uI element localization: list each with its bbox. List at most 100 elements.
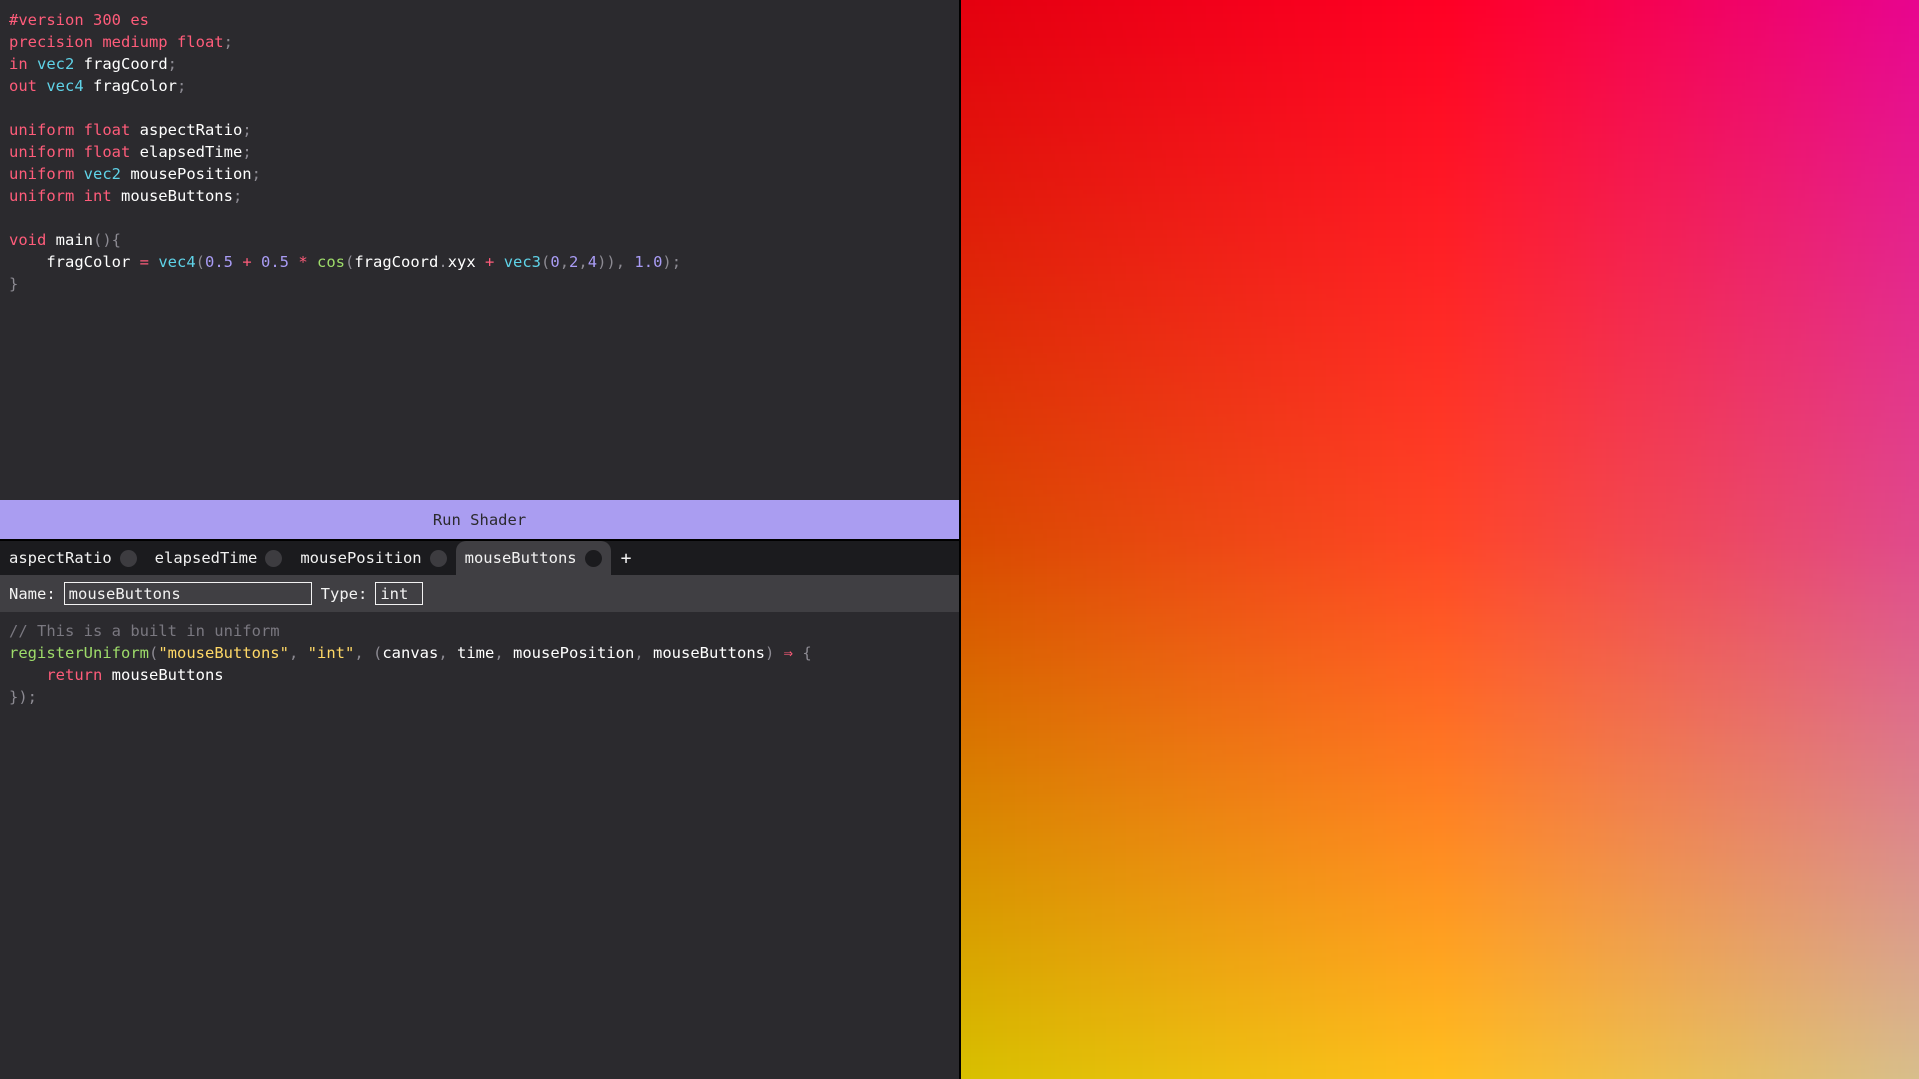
tab-mouse-buttons[interactable]: mouseButtons	[455, 541, 611, 575]
tab-mouse-position[interactable]: mousePosition	[291, 541, 455, 575]
code-token: (	[195, 253, 205, 271]
code-token: 0.5	[205, 253, 243, 271]
tab-label: elapsedTime	[154, 549, 258, 567]
code-token: {	[802, 644, 812, 662]
type-label: Type:	[320, 584, 368, 603]
code-token: (){	[93, 231, 121, 249]
code-token: float	[83, 121, 140, 139]
code-line: fragColor = vec4(0.5 + 0.5 * cos(fragCoo…	[9, 251, 959, 273]
code-token: float	[83, 143, 140, 161]
code-token: (	[148, 644, 159, 662]
uniform-name-input[interactable]	[63, 582, 312, 605]
code-token: });	[9, 688, 37, 706]
code-line: uniform vec2 mousePosition;	[9, 163, 959, 185]
uniform-code-editor[interactable]: // This is a built in uniform registerUni…	[9, 620, 959, 708]
code-token: (	[541, 253, 551, 271]
code-token: // This is a built in uniform	[9, 622, 280, 640]
close-tab-icon[interactable]	[584, 549, 602, 567]
code-token: ⇒	[783, 644, 803, 662]
code-line: out vec4 fragColor;	[9, 75, 959, 97]
code-token: mouseButtons	[653, 644, 765, 662]
code-line: void main(){	[9, 229, 959, 251]
code-token: );	[662, 253, 682, 271]
tab-label: mousePosition	[300, 549, 422, 567]
tab-label: aspectRatio	[9, 549, 112, 567]
code-line: }	[9, 273, 959, 295]
code-token: "mouseButtons"	[158, 644, 289, 662]
code-token: elapsedTime	[139, 143, 243, 161]
code-token: fragColor	[9, 253, 140, 271]
code-token: ,	[438, 644, 457, 662]
code-token: 1.0	[634, 253, 663, 271]
code-token: *	[298, 253, 317, 271]
close-tab-icon[interactable]	[429, 549, 447, 567]
tab-aspect-ratio[interactable]: aspectRatio	[0, 541, 146, 575]
code-token: 4	[587, 253, 598, 271]
shader-code-editor[interactable]: #version 300 es precision mediump float; i…	[9, 9, 959, 489]
code-token: +	[485, 253, 504, 271]
uniform-type-input[interactable]	[375, 582, 424, 605]
code-line: // This is a built in uniform	[9, 620, 959, 642]
code-token: mousePosition	[513, 644, 635, 662]
tab-label: mouseButtons	[464, 549, 577, 567]
code-token: )	[764, 644, 784, 662]
code-token: +	[242, 253, 261, 271]
code-token: 0.5	[261, 253, 299, 271]
code-line: });	[9, 686, 959, 708]
code-token: mousePosition	[130, 165, 252, 183]
shader-preview[interactable]	[961, 0, 1919, 1079]
code-token: mouseButtons	[120, 187, 233, 205]
code-token: precision mediump float	[9, 33, 224, 51]
code-token: fragCoord	[354, 253, 439, 271]
editor-panel: #version 300 es precision mediump float; i…	[0, 0, 959, 1079]
code-line: uniform int mouseButtons;	[9, 185, 959, 207]
code-token: }	[9, 275, 19, 293]
code-token: registerUniform	[9, 644, 149, 662]
code-token: ;	[232, 187, 243, 205]
code-token: ,	[634, 644, 653, 662]
code-token: ,	[288, 644, 308, 662]
shader-preview-canvas[interactable]	[961, 0, 1919, 1079]
run-shader-label: Run Shader	[432, 510, 527, 529]
code-token: uniform	[9, 143, 84, 161]
code-token: uniform	[9, 187, 84, 205]
tab-elapsed-time[interactable]: elapsedTime	[146, 541, 292, 575]
code-token: fragColor	[93, 77, 177, 95]
code-line: in vec2 fragCoord;	[9, 53, 959, 75]
add-uniform-button[interactable]: +	[611, 541, 642, 575]
code-token: uniform	[9, 165, 84, 183]
code-token: #version 300 es	[9, 11, 149, 29]
code-token: vec2	[37, 55, 84, 73]
code-token: ,	[578, 253, 588, 271]
plus-icon: +	[620, 547, 632, 569]
code-token: aspectRatio	[139, 121, 243, 139]
uniform-tab-bar: aspectRatio elapsedTime mousePosition mo…	[0, 541, 959, 575]
code-token: (	[345, 253, 355, 271]
code-token: return	[46, 666, 112, 684]
code-token: canvas	[382, 644, 439, 662]
code-token: cos	[317, 253, 345, 271]
code-token: uniform	[9, 121, 84, 139]
code-token: ;	[242, 121, 252, 139]
code-token: vec2	[83, 165, 131, 183]
code-line: registerUniform("mouseButtons", "int", (…	[9, 642, 959, 664]
code-token: ,	[494, 644, 513, 662]
code-token: time	[457, 644, 495, 662]
code-token: vec4	[158, 253, 196, 271]
run-shader-button[interactable]: Run Shader	[0, 500, 959, 541]
close-tab-icon[interactable]	[119, 549, 137, 567]
code-token: .	[438, 253, 448, 271]
close-tab-icon[interactable]	[265, 549, 283, 567]
code-token: ;	[251, 165, 261, 183]
code-token: void	[9, 231, 56, 249]
code-token: mouseButtons	[111, 666, 224, 684]
code-token: vec4	[46, 77, 93, 95]
code-token: ;	[167, 55, 178, 73]
code-token: =	[139, 253, 159, 271]
code-token: ;	[223, 33, 233, 51]
code-line: return mouseButtons	[9, 664, 959, 686]
code-token: vec3	[503, 253, 542, 271]
code-token: ;	[242, 143, 252, 161]
